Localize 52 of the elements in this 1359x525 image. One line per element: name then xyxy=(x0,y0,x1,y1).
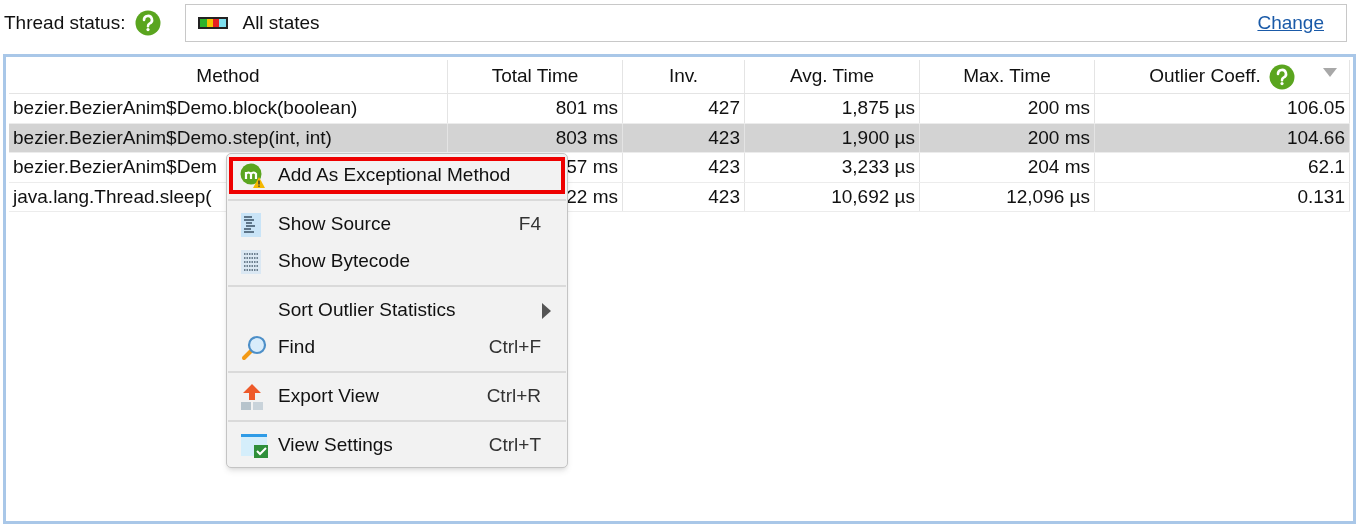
table-cell: 801 ms xyxy=(448,94,623,123)
column-header[interactable]: Outlier Coeff. xyxy=(1095,60,1350,93)
shortcut-label: Ctrl+R xyxy=(486,384,541,409)
table-cell: 423 xyxy=(623,182,745,211)
table-row[interactable]: bezier.BezierAnim$Demo.block(boolean) 801 ms 427 1,875 µs 200 ms 106.05 xyxy=(9,94,1350,124)
table-row[interactable]: bezier.BezierAnim$Demo.step(int, int) 803 ms 423 1,900 µs 200 ms 104.66 xyxy=(9,123,1350,153)
column-header[interactable]: Max. Time xyxy=(920,60,1095,93)
table-cell: 427 xyxy=(623,94,745,123)
menu-item[interactable]: Find Ctrl+F xyxy=(229,329,565,366)
table-cell: 62.1 xyxy=(1095,153,1350,182)
menu-item[interactable]: Show Bytecode xyxy=(229,243,565,280)
table-cell: bezier.BezierAnim$Demo.step(int, int) xyxy=(9,123,448,152)
table-cell: 423 xyxy=(623,153,745,182)
change-link[interactable]: Change xyxy=(1257,8,1324,38)
thread-status-value: All states xyxy=(242,10,320,35)
shortcut-label: F4 xyxy=(518,212,541,237)
help-icon[interactable] xyxy=(1268,63,1295,90)
column-header[interactable]: Method xyxy=(9,60,448,93)
export-icon xyxy=(240,382,264,411)
search-icon xyxy=(240,333,268,362)
help-icon[interactable] xyxy=(135,10,162,36)
table-cell: 0.131 xyxy=(1095,182,1350,211)
thread-status-label: Thread status: xyxy=(4,10,126,35)
thread-status-field[interactable]: All states Change xyxy=(185,4,1347,42)
column-header[interactable]: Total Time xyxy=(448,60,623,93)
table-cell: 106.05 xyxy=(1095,94,1350,123)
table-cell: 1,875 µs xyxy=(745,94,920,123)
table-cell: 204 ms xyxy=(920,153,1095,182)
settings-window-icon xyxy=(240,432,270,459)
table-cell: 12,096 µs xyxy=(920,182,1095,211)
menu-item[interactable]: View Settings Ctrl+T xyxy=(229,427,565,464)
source-file-icon xyxy=(240,211,262,238)
submenu-arrow-icon xyxy=(542,302,551,319)
menu-item[interactable]: Export View Ctrl+R xyxy=(229,378,565,415)
table-cell: 200 ms xyxy=(920,94,1095,123)
column-header[interactable]: Avg. Time xyxy=(745,60,920,93)
table-cell: 423 xyxy=(623,123,745,152)
table-cell: 10,692 µs xyxy=(745,182,920,211)
menu-item[interactable]: Add As Exceptional Method xyxy=(229,157,565,194)
menu-item[interactable]: Sort Outlier Statistics xyxy=(229,292,565,329)
state-colors-icon xyxy=(198,17,229,29)
table-cell: 104.66 xyxy=(1095,123,1350,152)
table-cell: 1,900 µs xyxy=(745,123,920,152)
table-cell: bezier.BezierAnim$Demo.block(boolean) xyxy=(9,94,448,123)
table-cell: 200 ms xyxy=(920,123,1095,152)
table-cell: 3,233 µs xyxy=(745,153,920,182)
column-header[interactable]: Inv. xyxy=(623,60,745,93)
shortcut-label: Ctrl+T xyxy=(488,433,541,458)
table-cell: 803 ms xyxy=(448,123,623,152)
binary-file-icon xyxy=(240,248,262,275)
method-warning-icon xyxy=(240,162,266,189)
shortcut-label: Ctrl+F xyxy=(488,335,541,360)
